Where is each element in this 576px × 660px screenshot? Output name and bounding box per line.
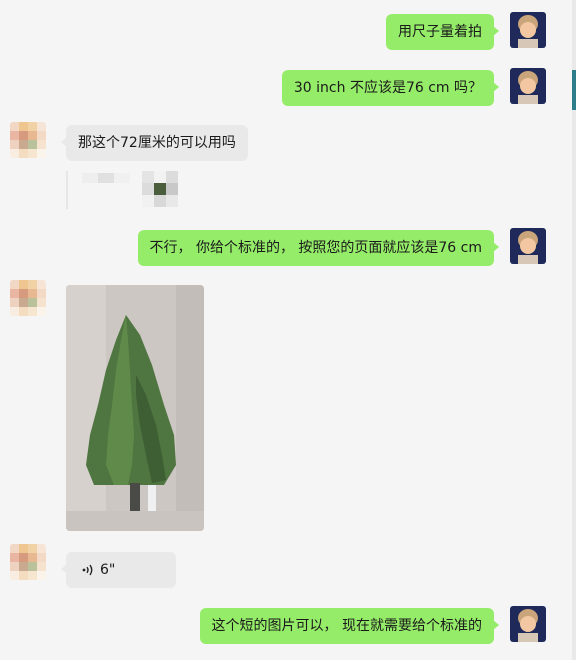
contact-avatar[interactable]	[10, 122, 46, 158]
message-bubble[interactable]: 这个短的图片可以， 现在就需要给个标准的	[199, 608, 500, 644]
window-edge	[572, 0, 576, 660]
message-bubble[interactable]: 那这个72厘米的可以用吗	[61, 125, 248, 161]
contact-avatar[interactable]	[10, 544, 46, 580]
self-avatar[interactable]	[510, 12, 546, 48]
voice-wave-icon	[82, 564, 93, 576]
pixelated-avatar-icon	[10, 122, 46, 158]
message-row: 30 inch 不应该是76 cm 吗？	[0, 68, 572, 108]
avatar-photo-icon	[510, 12, 546, 48]
self-avatar[interactable]	[510, 606, 546, 642]
message-row: 不行， 你给个标准的， 按照您的页面就应该是76 cm	[0, 228, 572, 268]
message-row: 这个短的图片可以， 现在就需要给个标准的	[0, 606, 572, 646]
voice-duration: 6"	[100, 562, 116, 578]
pixelated-avatar-icon	[10, 544, 46, 580]
message-bubble[interactable]: 30 inch 不应该是76 cm 吗？	[281, 70, 500, 106]
message-bubble[interactable]: 用尺子量着拍	[386, 14, 499, 50]
avatar-photo-icon	[510, 606, 546, 642]
message-bubble[interactable]: 不行， 你给个标准的， 按照您的页面就应该是76 cm	[137, 230, 499, 266]
self-avatar[interactable]	[510, 68, 546, 104]
avatar-photo-icon	[510, 68, 546, 104]
self-avatar[interactable]	[510, 228, 546, 264]
quoted-image-preview[interactable]	[66, 171, 188, 209]
message-row: 用尺子量着拍	[0, 12, 572, 52]
tree-photo-icon	[66, 285, 204, 531]
avatar-photo-icon	[510, 228, 546, 264]
contact-avatar[interactable]	[10, 280, 46, 316]
image-message[interactable]	[66, 285, 204, 531]
pixelated-avatar-icon	[10, 280, 46, 316]
